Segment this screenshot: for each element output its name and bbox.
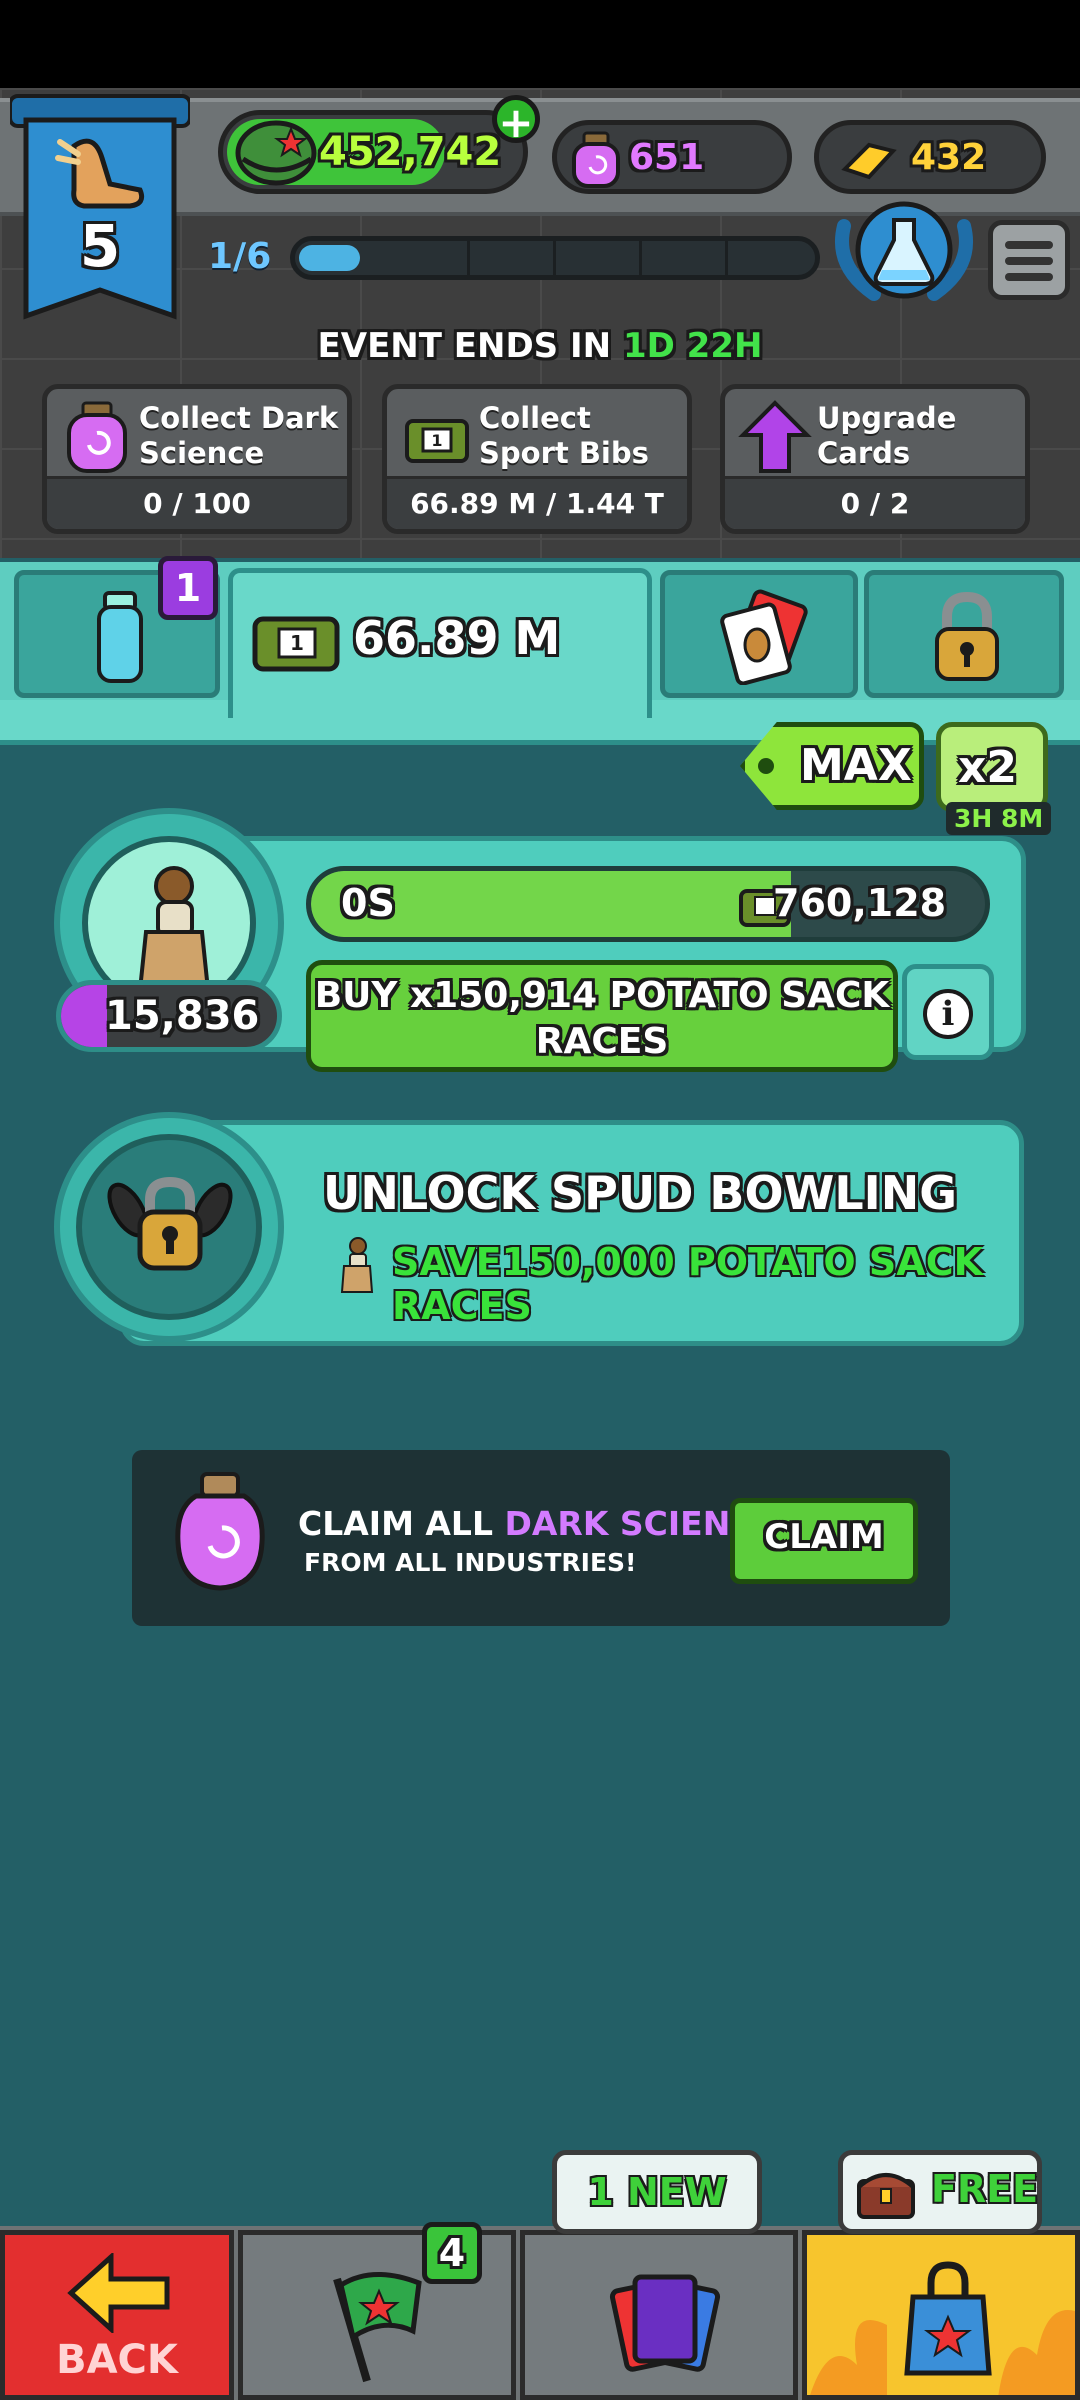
- free-offer-bubble: FREE: [838, 2150, 1042, 2234]
- event-ends-label: EVENT ENDS IN: [317, 326, 612, 366]
- sport-bibs-icon: 1: [252, 616, 340, 672]
- locked-industry-avatar: [76, 1134, 262, 1320]
- sport-bibs-total: 66.89 M: [353, 611, 561, 665]
- level-number: 5: [79, 212, 121, 280]
- event-time: 1D 22H: [622, 326, 763, 366]
- production-amount: 760,128: [773, 881, 947, 925]
- claim-message-sub: FROM ALL INDUSTRIES!: [304, 1548, 637, 1577]
- progress-bar: [290, 236, 820, 280]
- svg-text:1: 1: [431, 431, 442, 450]
- tab-cards[interactable]: [660, 570, 858, 698]
- missions-badge: 4: [422, 2222, 482, 2284]
- tab-locked[interactable]: [864, 570, 1064, 698]
- back-button[interactable]: BACK: [0, 2230, 234, 2400]
- locked-bowling-icon: [107, 1176, 233, 1271]
- dark-science-counter: 651: [552, 120, 792, 194]
- x2-timer: 3H 8M: [946, 802, 1052, 835]
- shopping-bag-icon: [904, 2261, 992, 2376]
- status-bar: [0, 0, 1080, 88]
- dark-science-jar-icon: [175, 1472, 265, 1591]
- claim-button[interactable]: CLAIM: [730, 1498, 918, 1584]
- tab-sport-bibs[interactable]: 1 66.89 M: [228, 568, 652, 718]
- sport-bibs-icon: 1: [405, 419, 469, 463]
- dark-science-value: 651: [629, 137, 705, 178]
- nav-cards[interactable]: [520, 2230, 798, 2400]
- buy-label: BUY x150,914 POTATO SACK RACES: [314, 975, 890, 1062]
- dark-science-jar-icon: [572, 131, 620, 188]
- max-label: MAX: [800, 740, 912, 791]
- level-banner[interactable]: 5: [10, 90, 190, 322]
- info-icon: i: [923, 989, 973, 1039]
- task-card-sport-bibs[interactable]: 1 Collect Sport Bibs 66.89 M / 1.44 T: [382, 384, 692, 534]
- production-time: 0S: [341, 881, 395, 925]
- unlock-requirement: SAVE150,000 POTATO SACK RACES: [392, 1240, 984, 1328]
- tab-badge: 1: [158, 556, 218, 620]
- owned-count-fill: [61, 985, 107, 1047]
- cards-icon: [609, 2274, 721, 2372]
- flag-icon: [333, 2272, 422, 2383]
- task-progress: 0 / 2: [725, 476, 1025, 529]
- task-card-dark-science[interactable]: Collect Dark Science 0 / 100: [42, 384, 352, 534]
- owned-count: 15,836: [56, 980, 282, 1052]
- buy-button[interactable]: BUY x150,914 POTATO SACK RACES: [306, 960, 898, 1072]
- nav-shop[interactable]: [802, 2230, 1080, 2400]
- task-card-upgrade-cards[interactable]: Upgrade Cards 0 / 2: [720, 384, 1030, 534]
- padlock-icon: [935, 591, 999, 681]
- bottle-icon: [97, 591, 143, 683]
- sack-racer-icon: [137, 866, 211, 992]
- max-dot: [758, 758, 774, 774]
- task-progress: 66.89 M / 1.44 T: [387, 476, 687, 529]
- upgrade-arrow-icon: [738, 400, 812, 473]
- event-timer: EVENT ENDS IN 1D 22H: [0, 326, 1080, 366]
- helmet-icon: [235, 120, 317, 186]
- claim-message: CLAIM ALL DARK SCIENCE: [298, 1504, 777, 1543]
- production-bar: 0S 760,128: [306, 866, 990, 942]
- back-label: BACK: [56, 2337, 178, 2383]
- owned-count-value: 15,836: [105, 993, 260, 1039]
- progress-fill: [299, 245, 360, 271]
- progress-label: 1/6: [208, 236, 272, 277]
- task-title: Upgrade Cards: [817, 401, 957, 470]
- claim-label: CLAIM: [764, 1517, 884, 1557]
- gold-bar-icon: [841, 142, 897, 180]
- card-pack-icon: [720, 589, 808, 685]
- winged-shoe-icon: [55, 138, 145, 209]
- gold-counter: 432: [814, 120, 1046, 194]
- info-button[interactable]: i: [902, 964, 994, 1060]
- unlock-title: UNLOCK SPUD BOWLING: [322, 1166, 958, 1220]
- menu-button[interactable]: [988, 220, 1070, 300]
- money-value: 452,742: [319, 129, 502, 175]
- research-flask-button[interactable]: [824, 196, 984, 306]
- dark-science-jar-icon: [67, 401, 127, 473]
- back-arrow-icon: [67, 2253, 170, 2333]
- gold-value: 432: [911, 137, 987, 178]
- x2-label: x2: [958, 742, 1017, 793]
- sack-racer-icon: [340, 1237, 374, 1293]
- task-progress: 0 / 100: [47, 476, 347, 529]
- free-label: FREE: [931, 2167, 1039, 2211]
- task-title: Collect Dark Science: [139, 401, 339, 470]
- new-cards-bubble: 1 NEW: [552, 2150, 762, 2234]
- add-money-button[interactable]: +: [492, 95, 540, 146]
- money-counter: 452,742: [218, 110, 528, 194]
- svg-text:1: 1: [290, 631, 304, 655]
- task-title: Collect Sport Bibs: [479, 401, 649, 470]
- plus-icon: +: [498, 98, 534, 147]
- claim-message-prefix: CLAIM ALL: [298, 1504, 505, 1543]
- chest-icon: [857, 2173, 915, 2219]
